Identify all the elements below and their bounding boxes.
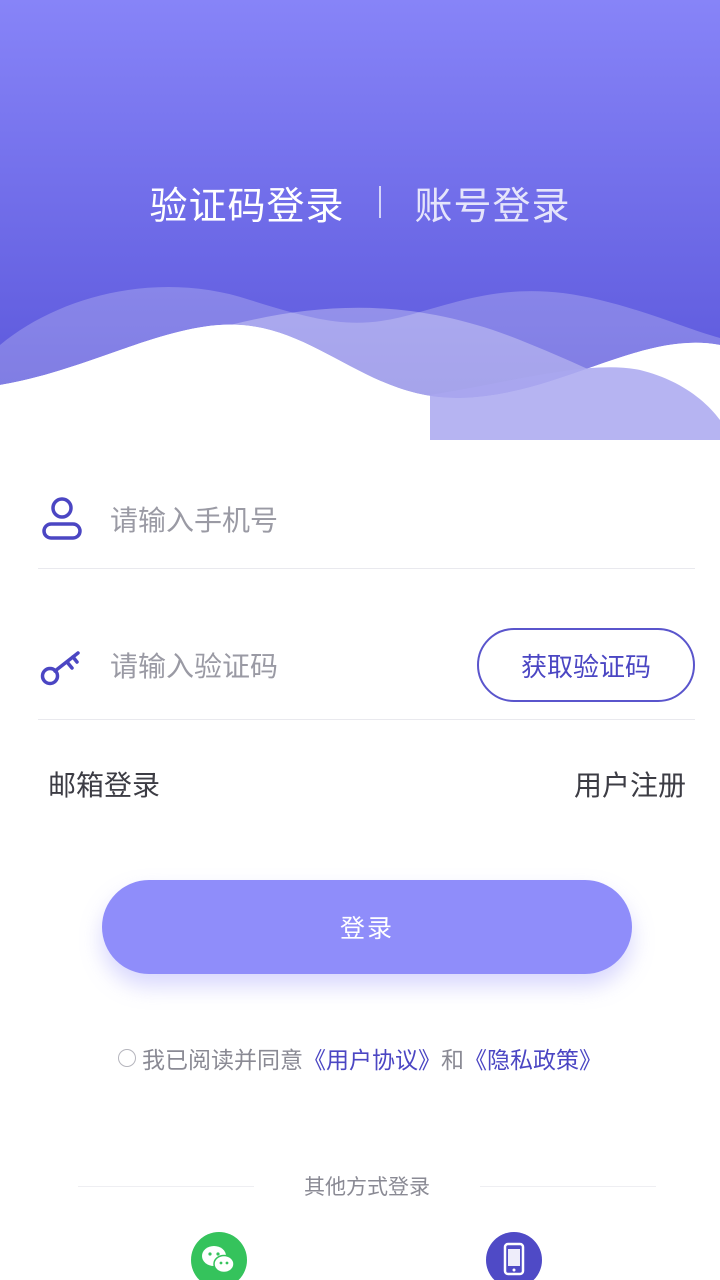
login-page: 验证码登录 账号登录 获取验证码 邮箱登录 用户注册 登录 xyxy=(0,0,720,1280)
register-link[interactable]: 用户注册 xyxy=(574,764,686,804)
tab-divider xyxy=(378,186,381,218)
code-field: 获取验证码 xyxy=(38,620,695,720)
agree-radio[interactable] xyxy=(118,1049,136,1067)
phone-login-button[interactable] xyxy=(486,1232,542,1280)
other-login-label: 其他方式登录 xyxy=(304,1175,430,1199)
other-login-divider: 其他方式登录 xyxy=(78,1168,656,1204)
agreement-row: 我已阅读并同意 《用户协议》 和 《隐私政策》 xyxy=(0,1040,720,1076)
key-icon xyxy=(40,648,84,692)
agreement-and: 和 xyxy=(441,1048,464,1074)
user-agreement-link[interactable]: 《用户协议》 xyxy=(303,1041,441,1075)
user-icon xyxy=(40,496,84,546)
divider-line-left xyxy=(78,1185,254,1187)
header-banner: 验证码登录 账号登录 xyxy=(0,0,720,440)
phone-icon xyxy=(503,1242,525,1276)
login-button[interactable]: 登录 xyxy=(102,880,632,974)
tab-sms-login[interactable]: 验证码登录 xyxy=(149,175,344,230)
agreement-prefix: 我已阅读并同意 xyxy=(142,1048,303,1074)
login-tabs: 验证码登录 账号登录 xyxy=(0,170,720,234)
email-login-link[interactable]: 邮箱登录 xyxy=(48,764,160,804)
tab-account-login[interactable]: 账号登录 xyxy=(415,175,571,230)
link-row: 邮箱登录 用户注册 xyxy=(48,762,686,806)
divider-line-right xyxy=(480,1185,656,1187)
get-code-button[interactable]: 获取验证码 xyxy=(477,628,695,702)
wechat-login-button[interactable] xyxy=(191,1232,247,1280)
code-input[interactable] xyxy=(110,642,450,690)
phone-field xyxy=(38,480,695,569)
wechat-icon xyxy=(202,1246,235,1274)
phone-input[interactable] xyxy=(110,496,450,544)
privacy-policy-link[interactable]: 《隐私政策》 xyxy=(464,1041,602,1075)
